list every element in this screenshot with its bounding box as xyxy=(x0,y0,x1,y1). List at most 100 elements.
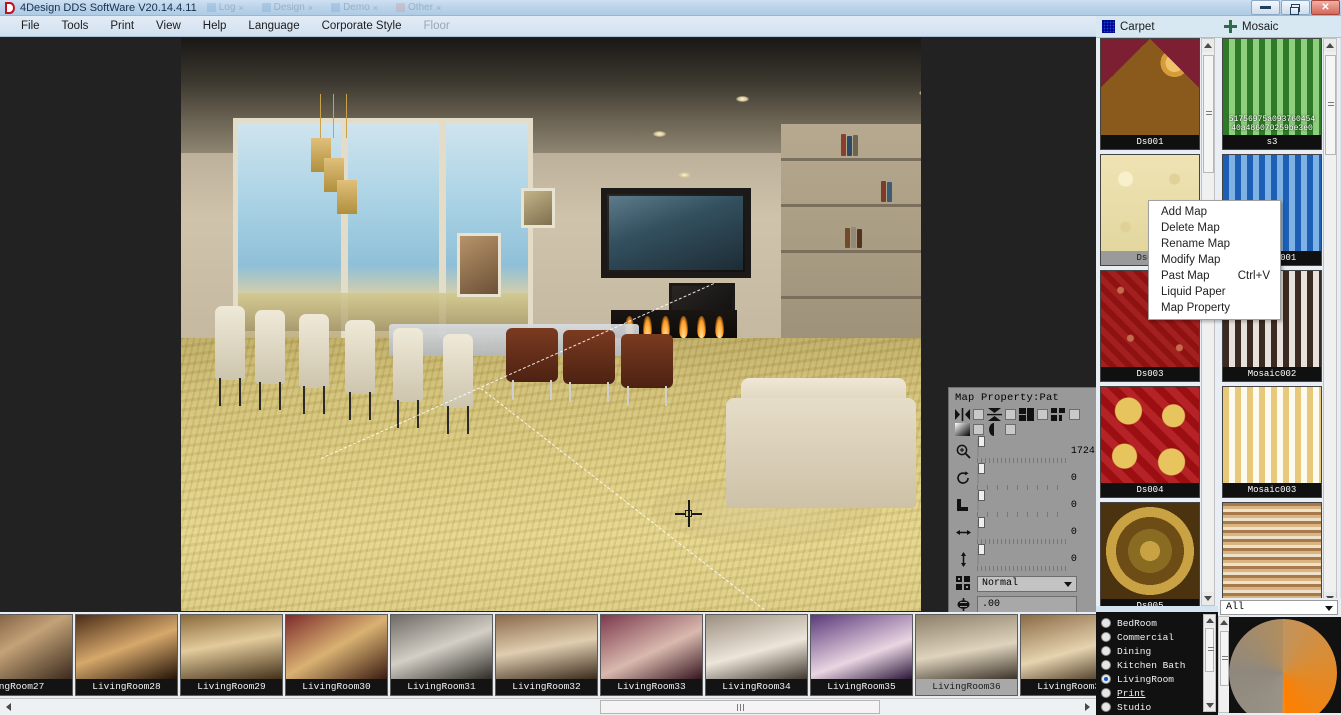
color-scroll-thumb[interactable] xyxy=(1220,631,1229,686)
carpet-scroll-down-button[interactable] xyxy=(1202,592,1214,605)
brick-offset-icon[interactable] xyxy=(1051,407,1066,421)
menu-item-print[interactable]: Print xyxy=(99,18,145,34)
menu-item-view[interactable]: View xyxy=(145,18,192,34)
context-menu-item-modify-map[interactable]: Modify Map xyxy=(1149,252,1280,268)
radio-icon[interactable] xyxy=(1101,632,1111,642)
carpet-scroll-thumb[interactable] xyxy=(1203,55,1214,173)
context-menu-item-rename-map[interactable]: Rename Map xyxy=(1149,236,1280,252)
menu-item-file[interactable]: File xyxy=(10,18,51,34)
zoom-slider-knob[interactable] xyxy=(977,436,985,447)
restore-button[interactable] xyxy=(1281,0,1310,15)
minimize-button[interactable] xyxy=(1251,0,1280,15)
scroll-right-button[interactable] xyxy=(1080,700,1095,714)
shear-slider[interactable] xyxy=(976,490,1066,517)
width-slider-track[interactable] xyxy=(976,517,985,539)
height-slider-knob[interactable] xyxy=(977,544,985,555)
room-thumbnail[interactable]: LivingRoom34 xyxy=(705,614,808,696)
context-menu-item-delete-map[interactable]: Delete Map xyxy=(1149,220,1280,236)
radio-icon[interactable] xyxy=(1101,702,1111,712)
room-render[interactable] xyxy=(181,38,921,611)
half-drop-checkbox[interactable] xyxy=(1005,423,1016,435)
radio-icon[interactable] xyxy=(1101,646,1111,656)
category-item-commercial[interactable]: Commercial xyxy=(1096,630,1202,644)
numeric-input[interactable]: .00 xyxy=(977,596,1077,612)
mirror-vertical-checkbox[interactable] xyxy=(1005,408,1016,420)
mirror-vertical-icon[interactable] xyxy=(987,407,1002,421)
quarter-turn-checkbox[interactable] xyxy=(1037,408,1048,420)
room-thumbnail[interactable]: LivingRoom32 xyxy=(495,614,598,696)
category-item-kitchen-bath[interactable]: Kitchen Bath xyxy=(1096,658,1202,672)
mirror-horizontal-checkbox[interactable] xyxy=(973,408,984,420)
blend-mode-select[interactable]: Normal xyxy=(977,575,1077,592)
menu-item-tools[interactable]: Tools xyxy=(51,18,100,34)
room-thumbnail[interactable]: ngRoom27 xyxy=(0,614,73,696)
room-thumbnail[interactable]: LivingRoom29 xyxy=(180,614,283,696)
context-menu-item-map-property[interactable]: Map Property xyxy=(1149,300,1280,316)
tab-mosaic[interactable]: Mosaic xyxy=(1218,16,1340,37)
room-thumbnail[interactable]: LivingRoom37 xyxy=(1020,614,1096,696)
room-thumbnail[interactable]: LivingRoom28 xyxy=(75,614,178,696)
color-scroll-up-button[interactable] xyxy=(1219,617,1229,627)
category-item-bedroom[interactable]: BedRoom xyxy=(1096,616,1202,630)
gradient-fade-checkbox[interactable] xyxy=(973,423,984,435)
room-thumbnail[interactable]: LivingRoom33 xyxy=(600,614,703,696)
radio-icon[interactable] xyxy=(1101,618,1111,628)
room-strip-scrollbar[interactable] xyxy=(0,698,1096,715)
width-slider-knob[interactable] xyxy=(977,517,985,528)
menu-item-corporate-style[interactable]: Corporate Style xyxy=(311,18,413,34)
context-menu-item-past-map[interactable]: Past Map Ctrl+V xyxy=(1149,268,1280,284)
category-item-studio[interactable]: Studio xyxy=(1096,700,1202,714)
height-slider[interactable] xyxy=(976,544,1066,571)
color-wheel[interactable] xyxy=(1229,619,1337,713)
mosaic-item[interactable]: Mosaic004 xyxy=(1222,502,1322,606)
zoom-slider-track[interactable] xyxy=(976,436,985,458)
half-drop-icon[interactable] xyxy=(987,422,1002,436)
zoom-slider[interactable] xyxy=(976,436,1066,463)
room-thumbnail[interactable]: LivingRoom31 xyxy=(390,614,493,696)
category-item-dining[interactable]: Dining xyxy=(1096,644,1202,658)
context-menu-item-liquid-paper[interactable]: Liquid Paper xyxy=(1149,284,1280,300)
mosaic-scroll-up-button[interactable] xyxy=(1324,39,1336,52)
brick-offset-checkbox[interactable] xyxy=(1069,408,1080,420)
category-scroll-thumb[interactable] xyxy=(1205,628,1214,672)
mosaic-item[interactable]: 51756975a093760454 40a486070259be3e0 s3 xyxy=(1222,38,1322,150)
carpet-item[interactable]: Ds001 xyxy=(1100,38,1200,150)
category-scroll-up-button[interactable] xyxy=(1204,615,1215,626)
mosaic-item[interactable]: Mosaic003 xyxy=(1222,386,1322,498)
menu-item-language[interactable]: Language xyxy=(237,18,310,34)
carpet-item[interactable]: Ds004 xyxy=(1100,386,1200,498)
carpet-scroll-up-button[interactable] xyxy=(1202,39,1214,52)
category-item-print[interactable]: Print xyxy=(1096,686,1202,700)
mosaic-scroll-thumb[interactable] xyxy=(1325,55,1336,155)
scroll-left-button[interactable] xyxy=(1,700,16,714)
radio-icon[interactable] xyxy=(1101,688,1111,698)
width-slider[interactable] xyxy=(976,517,1066,544)
close-button[interactable]: ✕ xyxy=(1311,0,1340,15)
room-strip-scroll-thumb[interactable] xyxy=(600,700,880,714)
mosaic-list[interactable]: 51756975a093760454 40a486070259be3e0 s3 … xyxy=(1222,38,1322,606)
mosaic-scrollbar[interactable] xyxy=(1323,38,1337,606)
quarter-turn-icon[interactable] xyxy=(1019,407,1034,421)
tab-carpet[interactable]: Carpet xyxy=(1096,16,1218,37)
category-scrollbar[interactable] xyxy=(1203,614,1216,712)
color-filter-select[interactable]: All xyxy=(1220,600,1338,615)
height-slider-track[interactable] xyxy=(976,544,985,566)
shear-slider-track[interactable] xyxy=(976,490,985,512)
render-viewport[interactable]: Map Property:Pat 1724 0 0 0 0 Normal .00 xyxy=(0,37,1096,612)
color-wheel-container[interactable] xyxy=(1229,617,1341,713)
category-scroll-down-button[interactable] xyxy=(1204,700,1215,711)
context-menu-item-add-map[interactable]: Add Map xyxy=(1149,204,1280,220)
category-item-livingroom[interactable]: LivingRoom xyxy=(1096,672,1202,686)
room-thumbnail[interactable]: LivingRoom35 xyxy=(810,614,913,696)
carpet-item[interactable]: Ds005 xyxy=(1100,502,1200,606)
mirror-horizontal-icon[interactable] xyxy=(955,407,970,421)
carpet-list[interactable]: Ds001 Ds002 Ds003 Ds004 Ds005 xyxy=(1100,38,1200,606)
rotate-slider-knob[interactable] xyxy=(977,463,985,474)
menu-item-help[interactable]: Help xyxy=(192,18,238,34)
radio-icon[interactable] xyxy=(1101,660,1111,670)
rotate-slider-track[interactable] xyxy=(976,463,985,485)
room-thumbnail[interactable]: LivingRoom36 xyxy=(915,614,1018,696)
radio-icon[interactable] xyxy=(1101,674,1111,684)
carpet-scrollbar[interactable] xyxy=(1201,38,1215,606)
rotate-slider[interactable] xyxy=(976,463,1066,490)
